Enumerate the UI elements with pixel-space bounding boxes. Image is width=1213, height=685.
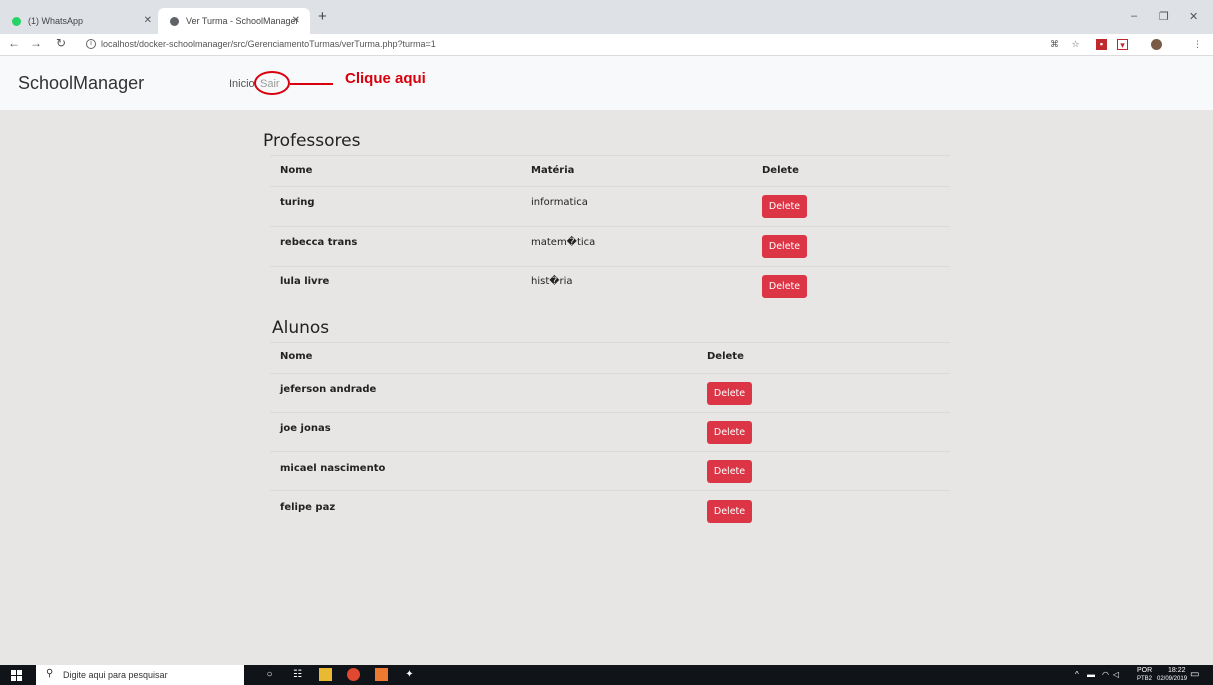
delete-button[interactable]: Delete [707, 500, 752, 523]
tab-title: Ver Turma - SchoolManager [186, 16, 299, 26]
taskbar-search-box[interactable]: ⚲ Digite aqui para pesquisar [36, 665, 244, 685]
column-header-delete: Delete [707, 351, 744, 362]
close-window-icon[interactable]: ✕ [1189, 10, 1198, 23]
search-placeholder: Digite aqui para pesquisar [63, 670, 168, 680]
search-icon: ⚲ [46, 668, 54, 679]
aluno-name: micael nascimento [280, 463, 386, 474]
task-view-icon[interactable]: ☷ [291, 668, 304, 681]
professor-materia: informatica [531, 197, 588, 208]
delete-button[interactable]: Delete [707, 421, 752, 444]
pdf-extension-icon[interactable]: ▪ [1096, 39, 1107, 50]
chrome-icon[interactable] [347, 668, 360, 681]
reload-icon[interactable]: ↻ [56, 36, 66, 50]
info-icon[interactable]: i [86, 39, 96, 49]
professor-materia: matem�tica [531, 237, 596, 248]
clock-time[interactable]: 18:22 [1168, 667, 1186, 674]
back-icon[interactable]: ← [8, 36, 20, 50]
column-header-materia: Matéria [531, 165, 575, 176]
divider [270, 342, 950, 343]
restore-icon[interactable]: ❐ [1159, 10, 1169, 23]
new-tab-button[interactable]: + [318, 9, 327, 24]
section-title-alunos: Alunos [272, 318, 330, 338]
volume-icon[interactable]: ◁ [1113, 670, 1119, 679]
wifi-icon[interactable]: ◠ [1102, 670, 1109, 679]
menu-icon[interactable]: ⋮ [1192, 39, 1203, 50]
file-explorer-icon[interactable] [319, 668, 332, 681]
annotation-label: Clique aqui [345, 70, 426, 87]
translate-icon[interactable]: ⌘ [1049, 39, 1060, 50]
divider [270, 186, 950, 187]
notification-icon[interactable]: ▭ [1190, 669, 1199, 680]
section-title-professores: Professores [263, 131, 361, 151]
keyboard-layout[interactable]: PTB2 [1137, 676, 1152, 682]
browser-toolbar: ← → ↻ i localhost/docker-schoolmanager/s… [0, 34, 1213, 56]
column-header-nome: Nome [280, 165, 313, 176]
tray-chevron-icon[interactable]: ^ [1075, 670, 1079, 679]
divider [270, 226, 950, 227]
delete-button[interactable]: Delete [762, 195, 807, 218]
delete-button[interactable]: Delete [707, 460, 752, 483]
whatsapp-icon [12, 16, 21, 26]
divider [270, 155, 950, 156]
column-header-delete: Delete [762, 165, 799, 176]
delete-button[interactable]: Delete [707, 382, 752, 405]
divider [270, 266, 950, 267]
close-icon[interactable]: ✕ [144, 15, 152, 26]
minimize-icon[interactable]: – [1131, 10, 1137, 22]
address-bar[interactable]: localhost/docker-schoolmanager/src/Geren… [101, 39, 436, 49]
browser-tab-strip: (1) WhatsApp ✕ Ver Turma - SchoolManager… [0, 0, 1213, 34]
tab-whatsapp[interactable]: (1) WhatsApp ✕ [0, 8, 162, 34]
divider [270, 412, 950, 413]
nav-link-inicio[interactable]: Inicio [229, 78, 255, 90]
app-navbar: SchoolManager Inicio Sair Clique aqui [0, 56, 1213, 110]
windows-taskbar: ⚲ Digite aqui para pesquisar ○ ☷ ✦ ^ ▬ ◠… [0, 665, 1213, 685]
delete-button[interactable]: Delete [762, 235, 807, 258]
forward-icon[interactable]: → [30, 36, 42, 50]
pocket-extension-icon[interactable]: ▾ [1117, 39, 1128, 50]
brand-logo[interactable]: SchoolManager [18, 73, 144, 94]
aluno-name: felipe paz [280, 502, 336, 513]
aluno-name: joe jonas [280, 423, 331, 434]
tab-title: (1) WhatsApp [28, 16, 84, 26]
bookmark-star-icon[interactable]: ☆ [1070, 39, 1081, 50]
divider [270, 490, 950, 491]
annotation-arrow [290, 83, 333, 85]
cortana-icon[interactable]: ○ [263, 668, 276, 681]
divider [270, 373, 950, 374]
professor-name: rebecca trans [280, 237, 358, 248]
annotation-circle [254, 71, 290, 95]
delete-button[interactable]: Delete [762, 275, 807, 298]
professor-name: lula livre [280, 276, 330, 287]
app-icon[interactable]: ✦ [403, 668, 416, 681]
xampp-icon[interactable] [375, 668, 388, 681]
close-icon[interactable]: ✕ [292, 15, 300, 26]
windows-start-icon[interactable] [11, 670, 22, 681]
divider [270, 451, 950, 452]
professor-name: turing [280, 197, 315, 208]
globe-icon [170, 16, 179, 26]
column-header-nome: Nome [280, 351, 313, 362]
aluno-name: jeferson andrade [280, 384, 377, 395]
battery-icon[interactable]: ▬ [1087, 670, 1095, 679]
professor-materia: hist�ria [531, 276, 573, 287]
language-indicator[interactable]: POR [1137, 667, 1152, 674]
profile-avatar[interactable] [1151, 39, 1162, 50]
clock-date[interactable]: 02/09/2019 [1157, 676, 1187, 682]
tab-ver-turma[interactable]: Ver Turma - SchoolManager ✕ [158, 8, 310, 34]
